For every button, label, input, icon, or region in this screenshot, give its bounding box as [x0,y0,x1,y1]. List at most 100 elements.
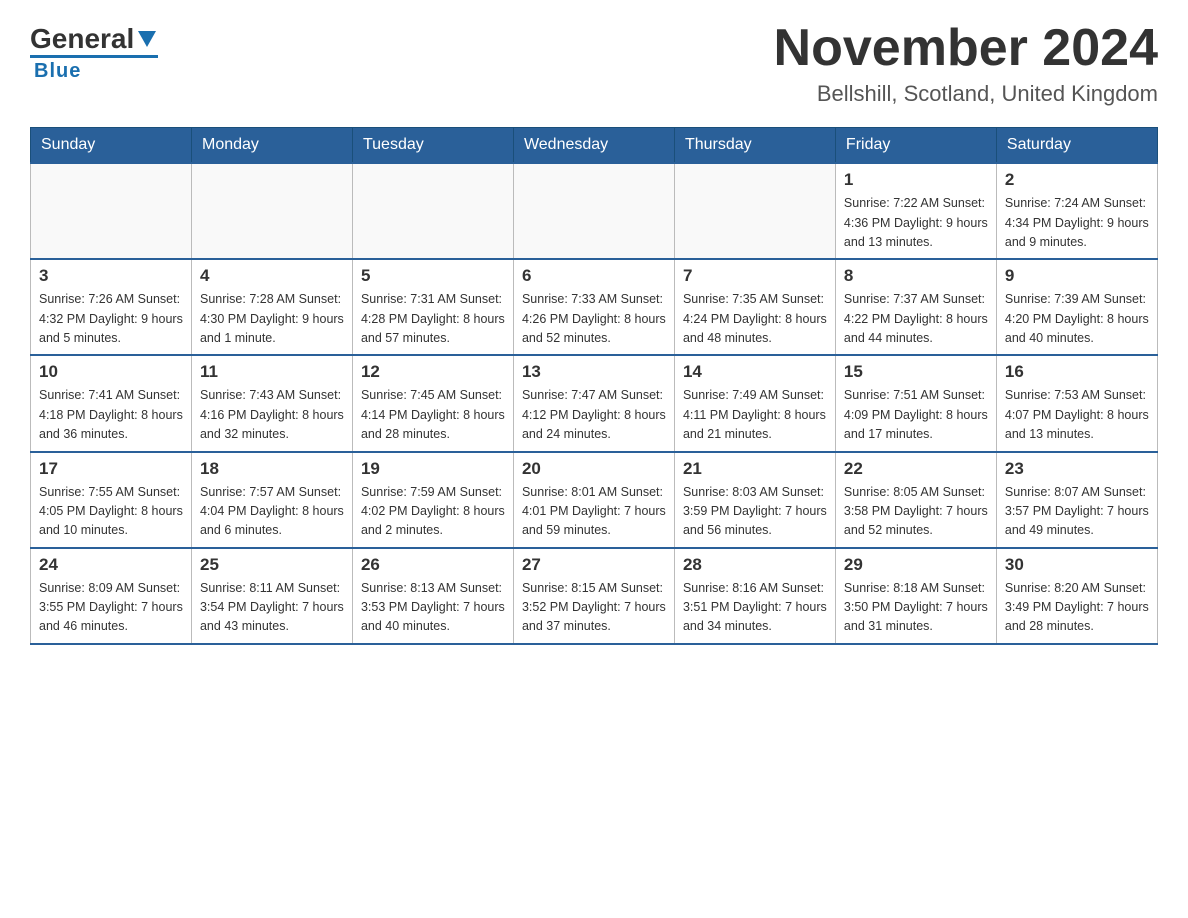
day-number: 12 [361,362,505,382]
calendar-day-cell [31,163,192,259]
title-block: November 2024 Bellshill, Scotland, Unite… [774,20,1158,107]
month-title: November 2024 [774,20,1158,77]
logo-blue-text: Blue [34,60,81,82]
calendar-day-cell: 24 Sunrise: 8:09 AM Sunset: 3:55 PM Dayli… [31,548,192,644]
day-of-week-header: Saturday [996,128,1157,164]
day-number: 18 [200,459,344,479]
calendar-day-cell: 23Sunrise: 8:07 AM Sunset: 3:57 PM Dayli… [996,452,1157,548]
day-info: Sunrise: 7:57 AM Sunset: 4:04 PM Dayligh… [200,483,344,541]
calendar-day-cell: 15Sunrise: 7:51 AM Sunset: 4:09 PM Dayli… [835,355,996,451]
calendar-day-cell: 27 Sunrise: 8:15 AM Sunset: 3:52 PM Dayli… [513,548,674,644]
day-number: 3 [39,266,183,286]
calendar-day-cell: 22 Sunrise: 8:05 AM Sunset: 3:58 PM Dayli… [835,452,996,548]
day-number: 24 [39,555,183,575]
day-info: Sunrise: 8:05 AM Sunset: 3:58 PM Dayligh… [844,483,988,541]
logo-general-text: General [30,25,134,53]
day-number: 14 [683,362,827,382]
day-info: Sunrise: 7:59 AM Sunset: 4:02 PM Dayligh… [361,483,505,541]
calendar-day-cell: 30 Sunrise: 8:20 AM Sunset: 3:49 PM Dayli… [996,548,1157,644]
calendar-day-cell: 20 Sunrise: 8:01 AM Sunset: 4:01 PM Dayli… [513,452,674,548]
day-info: Sunrise: 8:09 AM Sunset: 3:55 PM Dayligh… [39,579,183,637]
day-number: 17 [39,459,183,479]
calendar-day-cell: 6 Sunrise: 7:33 AM Sunset: 4:26 PM Daylig… [513,259,674,355]
day-number: 11 [200,362,344,382]
day-number: 28 [683,555,827,575]
day-info: Sunrise: 7:37 AM Sunset: 4:22 PM Dayligh… [844,290,988,348]
calendar-day-cell: 8 Sunrise: 7:37 AM Sunset: 4:22 PM Daylig… [835,259,996,355]
day-number: 2 [1005,170,1149,190]
day-info: Sunrise: 8:13 AM Sunset: 3:53 PM Dayligh… [361,579,505,637]
day-number: 5 [361,266,505,286]
day-number: 22 [844,459,988,479]
day-info: Sunrise: 7:24 AM Sunset: 4:34 PM Dayligh… [1005,194,1149,252]
day-number: 25 [200,555,344,575]
day-info: Sunrise: 7:47 AM Sunset: 4:12 PM Dayligh… [522,386,666,444]
calendar-day-cell: 14Sunrise: 7:49 AM Sunset: 4:11 PM Dayli… [674,355,835,451]
day-number: 16 [1005,362,1149,382]
day-number: 6 [522,266,666,286]
day-info: Sunrise: 7:39 AM Sunset: 4:20 PM Dayligh… [1005,290,1149,348]
calendar-day-cell: 11 Sunrise: 7:43 AM Sunset: 4:16 PM Dayli… [191,355,352,451]
day-info: Sunrise: 8:15 AM Sunset: 3:52 PM Dayligh… [522,579,666,637]
calendar-week-row: 24 Sunrise: 8:09 AM Sunset: 3:55 PM Dayli… [31,548,1158,644]
day-info: Sunrise: 7:45 AM Sunset: 4:14 PM Dayligh… [361,386,505,444]
calendar-week-row: 10Sunrise: 7:41 AM Sunset: 4:18 PM Dayli… [31,355,1158,451]
calendar-day-cell: 4 Sunrise: 7:28 AM Sunset: 4:30 PM Daylig… [191,259,352,355]
day-info: Sunrise: 7:22 AM Sunset: 4:36 PM Dayligh… [844,194,988,252]
day-number: 27 [522,555,666,575]
day-number: 20 [522,459,666,479]
calendar-day-cell: 12 Sunrise: 7:45 AM Sunset: 4:14 PM Dayli… [352,355,513,451]
calendar-day-cell: 21Sunrise: 8:03 AM Sunset: 3:59 PM Dayli… [674,452,835,548]
calendar-day-cell: 19 Sunrise: 7:59 AM Sunset: 4:02 PM Dayli… [352,452,513,548]
calendar-day-cell: 3 Sunrise: 7:26 AM Sunset: 4:32 PM Daylig… [31,259,192,355]
calendar-day-cell: 18 Sunrise: 7:57 AM Sunset: 4:04 PM Dayli… [191,452,352,548]
calendar-day-cell: 2 Sunrise: 7:24 AM Sunset: 4:34 PM Daylig… [996,163,1157,259]
calendar-day-cell: 29 Sunrise: 8:18 AM Sunset: 3:50 PM Dayli… [835,548,996,644]
calendar-day-cell: 16 Sunrise: 7:53 AM Sunset: 4:07 PM Dayli… [996,355,1157,451]
calendar-day-cell: 26 Sunrise: 8:13 AM Sunset: 3:53 PM Dayli… [352,548,513,644]
day-info: Sunrise: 7:28 AM Sunset: 4:30 PM Dayligh… [200,290,344,348]
day-info: Sunrise: 8:20 AM Sunset: 3:49 PM Dayligh… [1005,579,1149,637]
day-number: 1 [844,170,988,190]
calendar-day-cell: 10Sunrise: 7:41 AM Sunset: 4:18 PM Dayli… [31,355,192,451]
day-of-week-header: Wednesday [513,128,674,164]
day-info: Sunrise: 7:41 AM Sunset: 4:18 PM Dayligh… [39,386,183,444]
day-number: 13 [522,362,666,382]
day-number: 29 [844,555,988,575]
calendar-week-row: 1 Sunrise: 7:22 AM Sunset: 4:36 PM Daylig… [31,163,1158,259]
day-number: 30 [1005,555,1149,575]
calendar-day-cell: 9 Sunrise: 7:39 AM Sunset: 4:20 PM Daylig… [996,259,1157,355]
day-number: 21 [683,459,827,479]
calendar-day-cell [352,163,513,259]
day-of-week-header: Thursday [674,128,835,164]
day-number: 9 [1005,266,1149,286]
day-of-week-header: Tuesday [352,128,513,164]
day-number: 8 [844,266,988,286]
day-info: Sunrise: 7:31 AM Sunset: 4:28 PM Dayligh… [361,290,505,348]
calendar-week-row: 17 Sunrise: 7:55 AM Sunset: 4:05 PM Dayli… [31,452,1158,548]
day-number: 23 [1005,459,1149,479]
day-info: Sunrise: 7:55 AM Sunset: 4:05 PM Dayligh… [39,483,183,541]
day-number: 4 [200,266,344,286]
calendar-day-cell: 17 Sunrise: 7:55 AM Sunset: 4:05 PM Dayli… [31,452,192,548]
day-number: 26 [361,555,505,575]
calendar-day-cell: 13 Sunrise: 7:47 AM Sunset: 4:12 PM Dayli… [513,355,674,451]
day-of-week-header: Monday [191,128,352,164]
day-number: 15 [844,362,988,382]
day-info: Sunrise: 7:33 AM Sunset: 4:26 PM Dayligh… [522,290,666,348]
calendar-day-cell [674,163,835,259]
day-number: 19 [361,459,505,479]
calendar-header-row: SundayMondayTuesdayWednesdayThursdayFrid… [31,128,1158,164]
day-info: Sunrise: 8:01 AM Sunset: 4:01 PM Dayligh… [522,483,666,541]
day-info: Sunrise: 7:26 AM Sunset: 4:32 PM Dayligh… [39,290,183,348]
day-of-week-header: Friday [835,128,996,164]
day-info: Sunrise: 7:43 AM Sunset: 4:16 PM Dayligh… [200,386,344,444]
calendar-day-cell: 5 Sunrise: 7:31 AM Sunset: 4:28 PM Daylig… [352,259,513,355]
day-info: Sunrise: 7:53 AM Sunset: 4:07 PM Dayligh… [1005,386,1149,444]
calendar-day-cell: 25Sunrise: 8:11 AM Sunset: 3:54 PM Dayli… [191,548,352,644]
calendar-day-cell: 1 Sunrise: 7:22 AM Sunset: 4:36 PM Daylig… [835,163,996,259]
day-number: 7 [683,266,827,286]
calendar-week-row: 3 Sunrise: 7:26 AM Sunset: 4:32 PM Daylig… [31,259,1158,355]
day-info: Sunrise: 8:18 AM Sunset: 3:50 PM Dayligh… [844,579,988,637]
location-text: Bellshill, Scotland, United Kingdom [774,81,1158,107]
